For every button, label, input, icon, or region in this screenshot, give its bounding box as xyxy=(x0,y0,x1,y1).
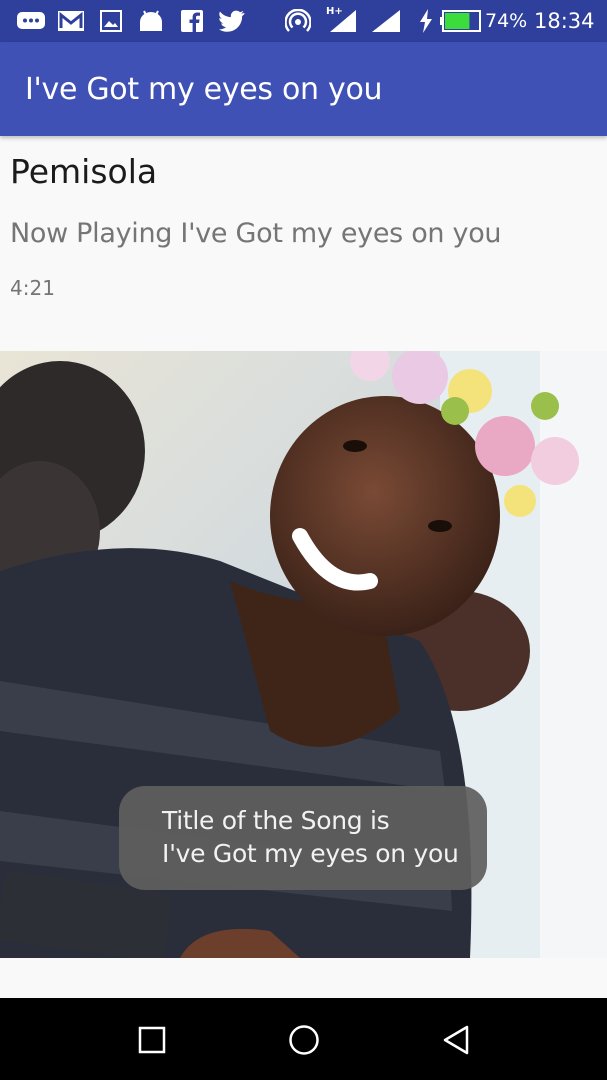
android-icon xyxy=(138,9,164,33)
toast-message: Title of the Song is I've Got my eyes on… xyxy=(119,786,487,890)
gallery-icon xyxy=(99,9,123,33)
hotspot-icon xyxy=(285,9,311,33)
signal-hplus-icon: H+ xyxy=(324,4,358,34)
home-icon[interactable] xyxy=(282,1018,326,1062)
back-icon[interactable] xyxy=(434,1018,478,1062)
facebook-icon xyxy=(180,9,204,33)
gmail-icon xyxy=(57,9,85,33)
song-duration: 4:21 xyxy=(10,276,55,300)
recent-apps-icon[interactable] xyxy=(130,1018,174,1062)
battery-percent: 74% xyxy=(485,10,528,32)
status-bar: H+ 74% 18:34 xyxy=(0,0,607,42)
nav-bar xyxy=(0,998,607,1080)
toast-line-1: Title of the Song is xyxy=(162,806,390,835)
app-title: I've Got my eyes on you xyxy=(25,72,383,107)
app-bar: I've Got my eyes on you xyxy=(0,42,607,136)
now-playing-text: Now Playing I've Got my eyes on you xyxy=(10,218,502,249)
messaging-icon xyxy=(16,9,46,33)
twitter-icon xyxy=(218,9,246,33)
toast-line-2: I've Got my eyes on you xyxy=(162,839,459,868)
charging-icon xyxy=(417,9,435,33)
clock: 18:34 xyxy=(534,9,595,33)
svg-text:H+: H+ xyxy=(326,6,343,17)
signal-icon xyxy=(370,9,402,33)
artist-name: Pemisola xyxy=(10,152,158,191)
battery-icon xyxy=(440,9,482,33)
